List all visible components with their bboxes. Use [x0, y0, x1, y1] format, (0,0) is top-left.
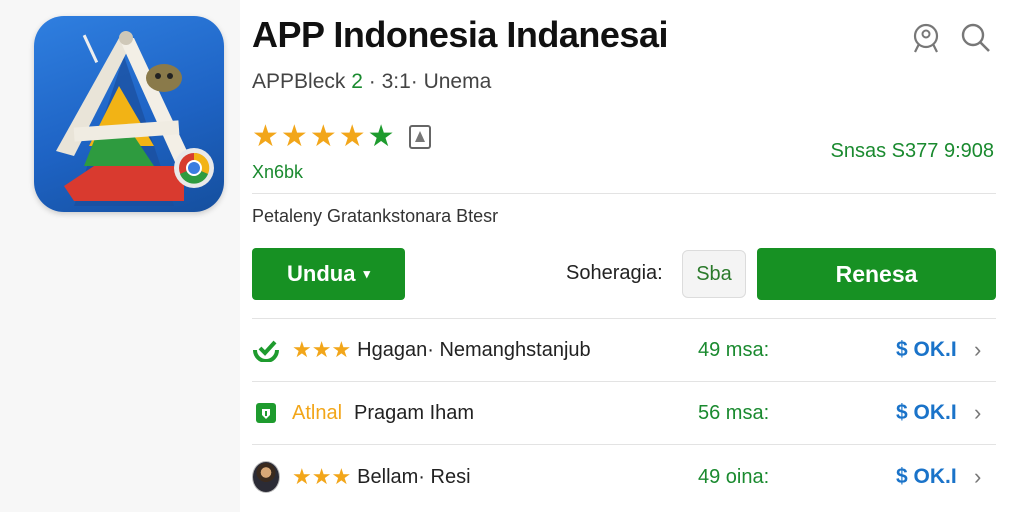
app-title: APP Indonesia Indanesai — [252, 14, 668, 55]
star-icon: ★ — [309, 120, 337, 153]
list-item[interactable]: Atlnal Pragam Iham 56 msa: $ OK.I › — [252, 382, 996, 444]
row-price: $ OK.I — [896, 338, 957, 361]
app-logo-icon[interactable] — [34, 16, 224, 212]
small-option-button[interactable]: Sba — [682, 250, 746, 298]
row-size: 49 msa: — [698, 338, 770, 361]
avatar — [252, 461, 280, 493]
list-item[interactable]: ★★★ Bellam· Resi 49 oina: $ OK.I › — [252, 446, 996, 508]
rating-stars: ★ ★ ★ ★ ★ — [252, 122, 433, 152]
chevron-right-icon[interactable]: › — [974, 464, 981, 490]
row-size: 56 msa: — [698, 401, 770, 424]
star-icon: ★ — [338, 120, 366, 153]
row-name: Hgagan· Nemanghstanjub — [357, 338, 591, 361]
account-icon[interactable] — [908, 20, 944, 56]
bookmark-badge-icon[interactable] — [407, 124, 433, 150]
download-button[interactable]: Undua ▾ — [252, 248, 405, 300]
search-icon[interactable] — [958, 20, 994, 56]
row-name: Pragam Iham — [354, 401, 475, 424]
chevron-right-icon[interactable]: › — [974, 337, 981, 363]
row-size: 49 oina: — [698, 465, 770, 488]
divider — [252, 193, 996, 194]
rating-subtext: Xn6bk — [252, 162, 304, 182]
check-logo-icon — [252, 336, 280, 364]
row-name: Bellam· Resi — [357, 465, 471, 488]
row-badge: Atlnal — [292, 401, 343, 424]
row-stars: ★★★ — [292, 464, 352, 489]
inline-label: Soheragia: — [566, 262, 663, 284]
row-stars: ★★★ — [292, 337, 352, 362]
app-subtitle: APPBleck 2 · 3:1· Unema — [252, 70, 492, 93]
chevron-right-icon[interactable]: › — [974, 400, 981, 426]
shield-app-icon — [252, 399, 280, 427]
row-price: $ OK.I — [896, 465, 957, 488]
app-description: Petaleny Gratankstonara Btesr — [252, 206, 499, 226]
star-icon: ★ — [367, 120, 395, 153]
download-button-label: Undua — [287, 261, 356, 286]
star-icon: ★ — [280, 120, 308, 153]
row-price: $ OK.I — [896, 401, 957, 424]
list-item[interactable]: ★★★ Hgagan· Nemanghstanjub 49 msa: $ OK.… — [252, 319, 996, 381]
price-info: Snsas S377 9:908 — [830, 140, 994, 162]
primary-action-button[interactable]: Renesa — [757, 248, 996, 300]
divider — [252, 444, 996, 445]
star-icon: ★ — [252, 120, 279, 153]
chevron-down-icon: ▾ — [363, 266, 370, 281]
